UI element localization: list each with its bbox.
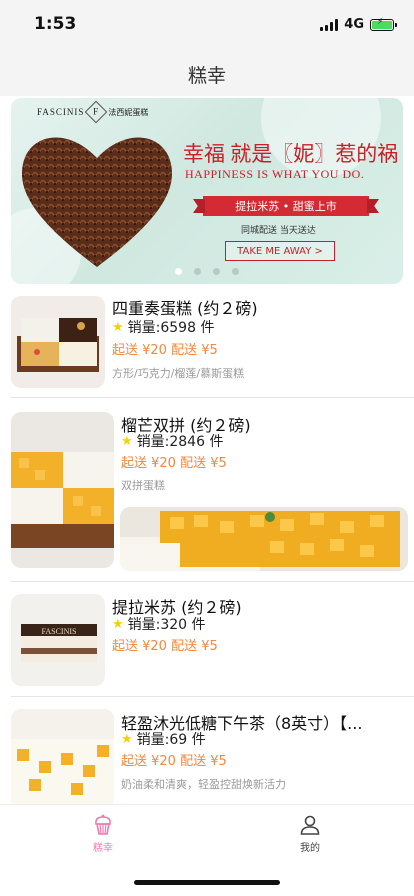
tab-profile[interactable]: 我的 <box>270 813 350 854</box>
banner-ribbon: 提拉米苏 • 甜蜜上市 <box>203 196 369 216</box>
banner-slogan-en: HAPPINESS IS WHAT YOU DO. <box>185 167 365 181</box>
product-sales: ★ 销量:2846 件 <box>121 433 224 451</box>
status-time: 1:53 <box>34 14 77 34</box>
promo-banner[interactable]: FASCINIS F 法西妮蛋糕 幸福 就是〖妮〗惹的祸 HAPPINESS I… <box>11 98 403 284</box>
brand-logo: FASCINIS F 法西妮蛋糕 <box>37 100 148 124</box>
star-icon: ★ <box>112 616 124 632</box>
battery-icon <box>370 17 397 31</box>
pager-dot[interactable] <box>232 268 239 275</box>
user-icon <box>300 815 320 835</box>
pager-dot[interactable] <box>213 268 220 275</box>
product-tags: 双拼蛋糕 <box>121 479 165 492</box>
product-price: 起送 ¥20 配送 ¥5 <box>112 343 218 358</box>
product-image: FASCINIS <box>11 594 105 686</box>
star-icon: ★ <box>121 433 133 449</box>
product-tags: 奶油柔和清爽，轻盈控甜焕新活力 <box>121 778 286 791</box>
page-title: 糕幸 <box>187 64 226 87</box>
divider <box>11 397 414 398</box>
main-scroll[interactable]: FASCINIS F 法西妮蛋糕 幸福 就是〖妮〗惹的祸 HAPPINESS I… <box>0 96 414 804</box>
tab-label: 我的 <box>300 843 320 854</box>
product-image <box>11 412 114 568</box>
product-image <box>11 709 114 804</box>
divider <box>11 696 414 697</box>
signal-icon <box>320 18 339 31</box>
svg-text:FASCINIS: FASCINIS <box>42 627 77 636</box>
product-price: 起送 ¥20 配送 ¥5 <box>112 639 218 654</box>
chocolate-heart-image <box>21 137 173 267</box>
product-image <box>11 296 105 388</box>
product-price: 起送 ¥20 配送 ¥5 <box>121 456 227 471</box>
cupcake-icon <box>95 814 111 835</box>
tab-label: 糕幸 <box>93 843 113 854</box>
status-bar: 1:53 4G <box>0 0 414 52</box>
pager-dot[interactable] <box>194 268 201 275</box>
product-sales: ★ 销量:6598 件 <box>112 319 215 337</box>
status-indicators: 4G <box>320 17 397 32</box>
star-icon: ★ <box>121 731 133 747</box>
pager-dot[interactable] <box>175 268 182 275</box>
banner-pager[interactable] <box>175 268 239 275</box>
product-tags: 方形/巧克力/榴莲/慕斯蛋糕 <box>112 367 245 380</box>
nav-bar: 糕幸 <box>0 52 414 96</box>
tab-home[interactable]: 糕幸 <box>63 813 143 854</box>
network-label: 4G <box>344 17 364 32</box>
banner-slogan: 幸福 就是〖妮〗惹的祸 <box>183 142 399 166</box>
star-icon: ★ <box>112 319 124 335</box>
product-sales: ★ 销量:320 件 <box>112 616 206 634</box>
product-price: 起送 ¥20 配送 ¥5 <box>121 754 227 769</box>
product-detail-image <box>120 507 408 571</box>
product-title: 四重奏蛋糕 (约２磅) <box>112 299 258 318</box>
divider <box>11 581 414 582</box>
product-sales: ★ 销量:69 件 <box>121 731 206 749</box>
home-indicator[interactable] <box>134 880 280 885</box>
take-me-away-button[interactable]: TAKE ME AWAY > <box>225 241 335 261</box>
banner-delivery: 同城配送 当天送达 <box>241 226 316 236</box>
